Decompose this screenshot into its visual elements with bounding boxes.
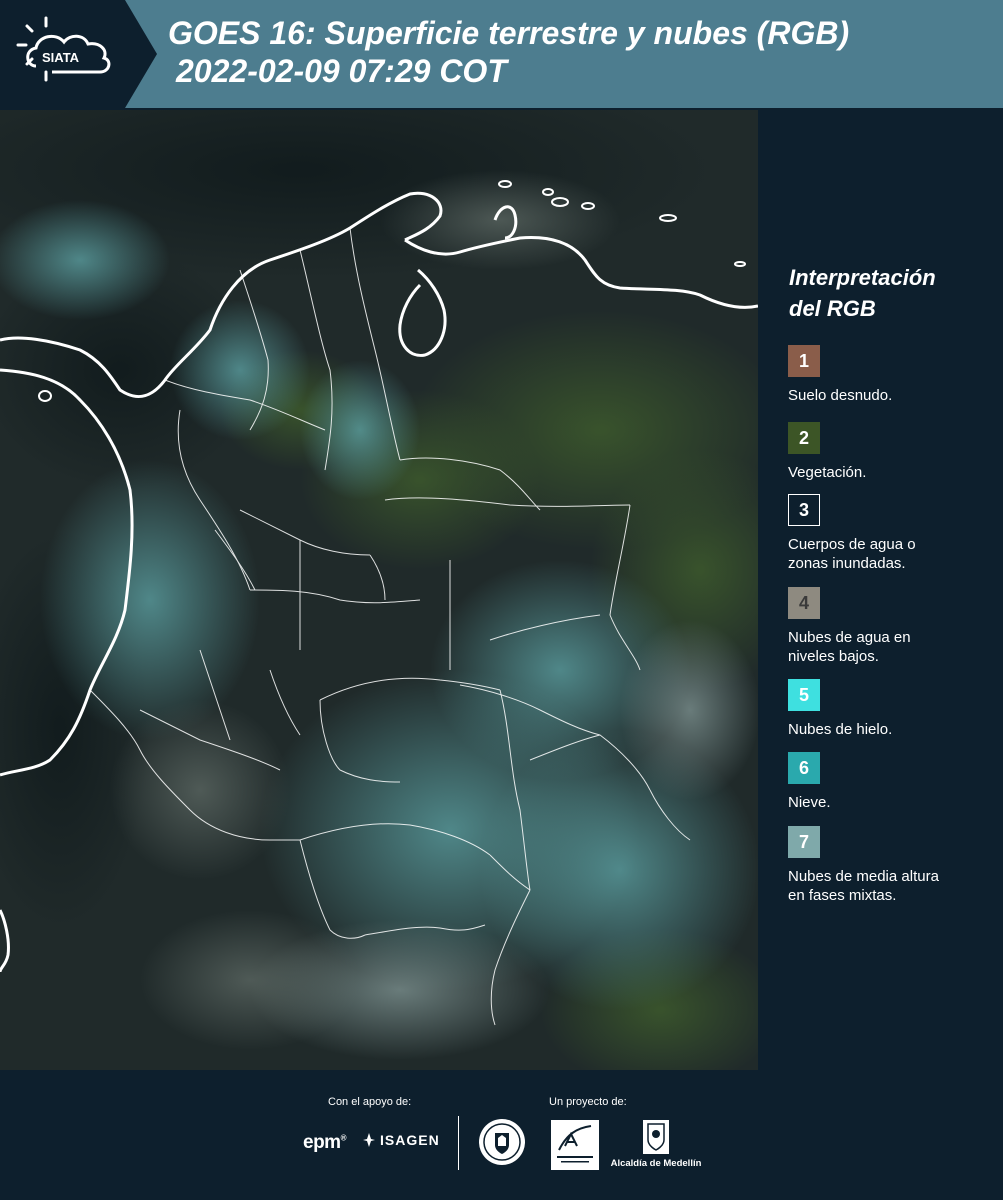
footer-divider	[458, 1116, 459, 1170]
legend-label-4: Nubes de agua en niveles bajos.	[788, 629, 911, 665]
alcaldia-text: Alcaldía de Medellín	[610, 1158, 702, 1169]
title-line-1: GOES 16: Superficie terrestre y nubes (R…	[168, 15, 850, 51]
legend-title: Interpretación del RGB	[789, 262, 989, 324]
legend-swatch-6: 6	[788, 752, 820, 784]
legend-title-line-1: Interpretación	[789, 265, 936, 290]
legend-panel: Interpretación del RGB 1 Suelo desnudo. …	[770, 110, 1003, 1070]
siata-logo-icon: SIATA	[0, 0, 157, 108]
legend-item-6: 6 Nieve.	[788, 752, 998, 812]
alcaldia-shield-icon	[643, 1120, 669, 1154]
legend-label-7: Nubes de media altura en fases mixtas.	[788, 868, 939, 904]
legend-swatch-4: 4	[788, 587, 820, 619]
legend-label-5: Nubes de hielo.	[788, 721, 893, 738]
legend-item-1: 1 Suelo desnudo.	[788, 345, 998, 405]
legend-title-line-2: del RGB	[789, 296, 876, 321]
legend-label-3: Cuerpos de agua o zonas inundadas.	[788, 536, 916, 572]
legend-item-3: 3 Cuerpos de agua o zonas inundadas.	[788, 494, 998, 573]
legend-swatch-7: 7	[788, 826, 820, 858]
epm-logo: epm®	[303, 1132, 347, 1153]
page-title: GOES 16: Superficie terrestre y nubes (R…	[168, 14, 998, 90]
isagen-icon	[363, 1133, 375, 1147]
siata-logo: SIATA	[0, 0, 157, 108]
legend-swatch-3: 3	[788, 494, 820, 526]
satellite-map	[0, 110, 758, 1070]
project-label: Un proyecto de:	[549, 1096, 627, 1108]
header-bar: SIATA GOES 16: Superficie terrestre y nu…	[0, 0, 1003, 108]
legend-item-5: 5 Nubes de hielo.	[788, 679, 998, 739]
satellite-image	[0, 110, 758, 1070]
medellin-seal-icon	[479, 1119, 525, 1165]
legend-item-2: 2 Vegetación.	[788, 422, 998, 482]
legend-item-7: 7 Nubes de media altura en fases mixtas.	[788, 826, 998, 905]
legend-label-1: Suelo desnudo.	[788, 387, 893, 404]
support-label: Con el apoyo de:	[328, 1096, 412, 1108]
isagen-logo: ISAGEN	[362, 1132, 440, 1148]
legend-swatch-2: 2	[788, 422, 820, 454]
area-metropolitana-logo-icon	[551, 1120, 599, 1170]
svg-text:SIATA: SIATA	[42, 50, 80, 65]
legend-label-2: Vegetación.	[788, 464, 867, 481]
legend-swatch-5: 5	[788, 679, 820, 711]
footer-bar: Con el apoyo de: Un proyecto de: epm® IS…	[0, 1070, 1003, 1200]
title-line-2: 2022-02-09 07:29 COT	[176, 53, 507, 89]
legend-label-6: Nieve.	[788, 794, 831, 811]
legend-item-4: 4 Nubes de agua en niveles bajos.	[788, 587, 998, 666]
alcaldia-logo: Alcaldía de Medellín	[610, 1118, 702, 1170]
legend-swatch-1: 1	[788, 345, 820, 377]
